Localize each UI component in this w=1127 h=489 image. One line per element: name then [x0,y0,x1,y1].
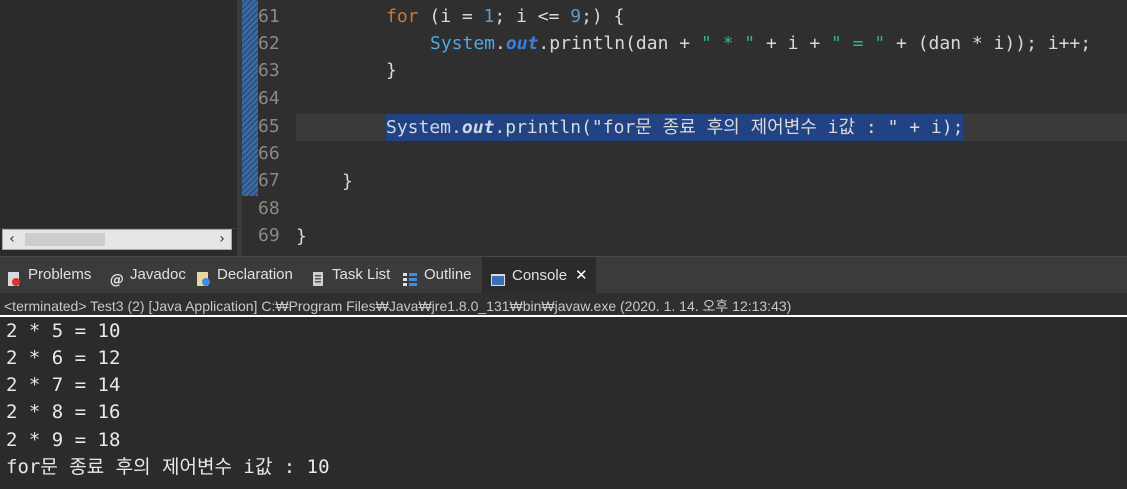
console-line: 2 * 8 = 16 [6,401,121,423]
code-area[interactable]: for (i = 1; i <= 9;) { System.out.printl… [296,0,1127,256]
tab-task-list[interactable]: Task List [310,257,390,293]
horizontal-scrollbar[interactable]: ‹ › [2,229,232,250]
line-number: 65 [258,116,280,137]
tab-label: Declaration [217,266,293,283]
code-keyword: for [386,6,419,27]
code-string: " * " [700,33,756,54]
views-tab-bar: Problems @ Javadoc Declaration Task List … [0,256,1127,293]
code-field: out [505,33,539,54]
console-status-bar: <terminated> Test3 (2) [Java Application… [0,293,1127,317]
console-line: 2 * 7 = 14 [6,374,121,396]
line-number: 68 [258,198,280,219]
code-line-67[interactable]: } [342,168,353,195]
console-icon [490,266,506,287]
line-number: 61 [258,6,280,27]
change-marker-bar [242,0,258,196]
line-number: 67 [258,170,280,191]
line-number: 63 [258,60,280,81]
scroll-right-icon[interactable]: › [213,230,231,249]
outline-icon [402,265,418,287]
task-list-icon [310,265,326,287]
line-number: 64 [258,88,280,109]
declaration-icon [195,265,211,287]
code-number: 9 [570,6,582,27]
code-line-61[interactable]: for (i = 1; i <= 9;) { [386,3,624,30]
tab-declaration[interactable]: Declaration [195,257,293,293]
code-text: . [451,117,462,138]
code-number: 1 [483,6,495,27]
code-line-62[interactable]: System.out.println(dan + " * " + i + " =… [430,30,1091,57]
code-line-65-selected[interactable]: System.out.println("for문 종료 후의 제어변수 i값 :… [386,114,964,141]
console-line: for문 종료 후의 제어변수 i값 : 10 [6,456,330,478]
code-line-63[interactable]: } [386,57,397,84]
tab-label: Console [512,267,568,284]
code-text: . [495,33,506,54]
code-class: System [430,33,496,54]
code-text: + (dan * i)); i++; [885,33,1092,54]
line-number: 62 [258,33,280,54]
tab-outline[interactable]: Outline [402,257,472,293]
code-text: (i = [418,6,484,27]
tab-javadoc[interactable]: @ Javadoc [108,257,186,293]
code-editor[interactable]: 61 62 63 64 65 66 67 68 69 for (i = 1; i… [242,0,1127,256]
package-explorer-pane: ‹ › [0,0,237,256]
code-class: System [386,117,452,138]
svg-text:@: @ [110,272,124,287]
console-line: 2 * 6 = 12 [6,347,121,369]
tab-label: Problems [28,266,92,283]
line-number: 69 [258,225,280,246]
code-string: " = " [831,33,886,54]
tab-label: Task List [332,266,391,283]
code-text: ;) { [581,6,625,27]
problems-icon [6,265,22,287]
console-line: 2 * 5 = 10 [6,320,121,342]
close-icon[interactable]: ✕ [575,266,588,284]
code-field: out [461,117,495,138]
tab-problems[interactable]: Problems [6,257,91,293]
line-number: 66 [258,143,280,164]
code-line-69[interactable]: } [296,223,307,250]
code-text: + i + [755,33,831,54]
console-line: 2 * 9 = 18 [6,429,121,451]
code-text: .println(dan + [538,33,701,54]
tab-label: Outline [424,266,472,283]
code-text: .println("for문 종료 후의 제어변수 i값 : " + i); [494,117,964,138]
line-number-gutter: 61 62 63 64 65 66 67 68 69 [258,0,296,256]
scroll-left-icon[interactable]: ‹ [3,230,21,249]
console-status-text: <terminated> Test3 (2) [Java Application… [4,298,792,314]
code-text: ; i <= [494,6,571,27]
javadoc-icon: @ [108,265,124,288]
console-output[interactable]: 2 * 5 = 10 2 * 6 = 12 2 * 7 = 14 2 * 8 =… [0,317,1127,489]
tab-label: Javadoc [130,266,186,283]
tab-console[interactable]: Console ✕ [482,257,596,293]
scrollbar-thumb[interactable] [25,233,105,246]
